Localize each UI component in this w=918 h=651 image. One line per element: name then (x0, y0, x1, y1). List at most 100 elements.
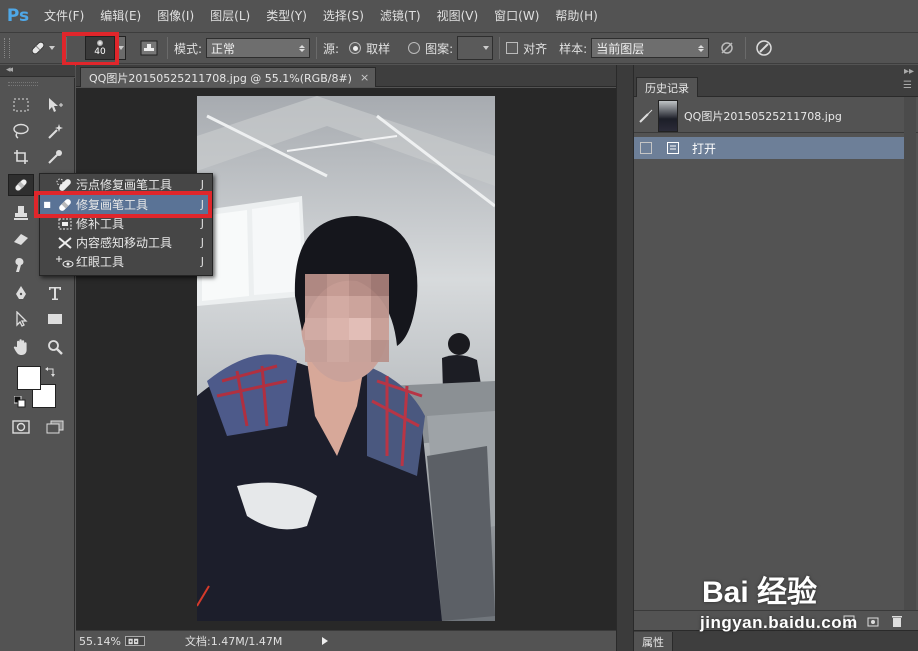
collapse-icon[interactable]: ◂◂ (6, 65, 13, 75)
watermark-logo: Bai 经验 (702, 576, 818, 609)
history-state-open[interactable]: 打开 (634, 137, 904, 159)
menu-window[interactable]: 窗口(W) (486, 0, 547, 32)
history-snapshot[interactable]: QQ图片20150525211708.jpg (634, 99, 918, 133)
menu-help[interactable]: 帮助(H) (547, 0, 605, 32)
menu-type[interactable]: 类型(Y) (258, 0, 315, 32)
hand-icon (13, 339, 27, 355)
healing-brush-tool[interactable] (8, 174, 34, 196)
menu-filter[interactable]: 滤镜(T) (372, 0, 429, 32)
status-menu-arrow-icon[interactable] (322, 637, 329, 645)
menu-view[interactable]: 视图(V) (429, 0, 487, 32)
brush-panel-toggle[interactable] (137, 36, 161, 60)
crop-icon (14, 150, 28, 164)
mode-label: 模式: (174, 41, 203, 56)
menu-image[interactable]: 图像(I) (149, 0, 202, 32)
healing-tools-flyout: 污点修复画笔工具 J ■ 修复画笔工具 J 修补工具 J 内容感知移动工具 J … (39, 173, 213, 276)
pen-icon (16, 286, 26, 299)
screen-mode-button[interactable] (42, 416, 68, 438)
pen-tool[interactable] (8, 282, 34, 304)
zoom-level[interactable]: 55.14% (79, 635, 123, 648)
path-select-icon (16, 311, 28, 327)
source-pattern-radio[interactable] (408, 42, 421, 54)
tool-preset-picker[interactable] (24, 35, 60, 61)
shortcut-key: J (200, 217, 204, 230)
marquee-tool[interactable] (8, 94, 34, 116)
flyout-item-content-aware-move[interactable]: 内容感知移动工具 J (40, 233, 212, 252)
ignore-adjustment-layers-button[interactable] (715, 36, 739, 60)
marquee-icon (13, 98, 29, 112)
flyout-label: 内容感知移动工具 (76, 236, 173, 250)
collapsed-panel-strip (616, 65, 634, 651)
smudge-icon (15, 258, 24, 272)
document-image[interactable] (197, 96, 495, 621)
eraser-tool[interactable] (8, 228, 34, 250)
close-icon[interactable]: × (360, 71, 369, 84)
document-icon (667, 142, 679, 154)
aligned-label: 对齐 (523, 41, 548, 56)
history-panel: QQ图片20150525211708.jpg 打开 (634, 97, 918, 610)
separator (316, 37, 318, 59)
history-panel-header: ▸▸ 历史记录 ☰ (634, 65, 918, 97)
document-tab[interactable]: QQ图片20150525211708.jpg @ 55.1%(RGB/8#) × (80, 67, 377, 87)
red-eye-icon (54, 254, 76, 270)
snapshot-name: QQ图片20150525211708.jpg (684, 109, 842, 123)
menu-layer[interactable]: 图层(L) (202, 0, 258, 32)
mode-value: 正常 (211, 41, 236, 56)
baidu-jingyan-watermark: Bai 经验 jingyan.baidu.com (700, 565, 915, 635)
flyout-label: 红眼工具 (76, 255, 125, 269)
menu-select[interactable]: 选择(S) (315, 0, 372, 32)
zoom-tool[interactable] (42, 336, 68, 358)
canvas-area[interactable] (76, 88, 616, 630)
status-preview-icon: ◘◘ (125, 636, 145, 646)
type-icon (49, 287, 61, 300)
stamp-panel-icon (140, 40, 158, 56)
quick-mask-button[interactable] (8, 416, 34, 438)
options-bar: 40 模式: 正常 源: 取样 图案: 对齐 样本: 当前图层 (0, 32, 918, 66)
default-colors-icon[interactable] (14, 396, 26, 408)
tools-grip[interactable] (8, 82, 38, 86)
pressure-size-button[interactable] (752, 36, 776, 60)
select-arrows-icon (698, 44, 705, 52)
content-aware-move-icon (54, 235, 76, 251)
type-tool[interactable] (42, 282, 68, 304)
properties-tab[interactable]: 属性 (634, 632, 673, 651)
options-grip[interactable] (4, 38, 10, 58)
panel-menu-icon[interactable]: ☰ (903, 80, 912, 91)
history-tab[interactable]: 历史记录 (636, 77, 698, 97)
mode-select[interactable]: 正常 (206, 38, 311, 58)
dropdown-arrow-icon (483, 46, 490, 50)
select-arrows-icon (299, 44, 306, 52)
stamp-icon (14, 206, 28, 220)
hand-tool[interactable] (8, 336, 34, 358)
history-scrollbar[interactable] (904, 97, 916, 610)
source-sampled-radio[interactable] (349, 42, 362, 54)
svg-text:◘◘: ◘◘ (128, 638, 140, 646)
history-source-checkbox[interactable] (640, 142, 652, 154)
sample-select[interactable]: 当前图层 (591, 38, 710, 58)
status-bar: 55.14% ◘◘ 文档:1.47M/1.47M (76, 630, 616, 651)
pattern-picker[interactable] (457, 36, 494, 60)
move-tool[interactable] (42, 94, 68, 116)
crop-tool[interactable] (8, 146, 34, 168)
magic-wand-icon (48, 124, 63, 139)
path-selection-tool[interactable] (8, 308, 34, 330)
separator (499, 37, 501, 59)
menu-edit[interactable]: 编辑(E) (92, 0, 149, 32)
rectangle-tool[interactable] (42, 308, 68, 330)
magic-wand-tool[interactable] (42, 120, 68, 142)
menu-file[interactable]: 文件(F) (36, 0, 92, 32)
clone-stamp-tool[interactable] (8, 202, 34, 224)
foreground-color-swatch[interactable] (17, 366, 41, 390)
flyout-item-red-eye[interactable]: 红眼工具 J (40, 252, 212, 271)
healing-brush-highlight (34, 191, 212, 218)
shortcut-key: J (200, 178, 204, 191)
aligned-checkbox[interactable] (506, 42, 519, 54)
swap-colors-icon[interactable] (45, 365, 57, 377)
watermark-url: jingyan.baidu.com (700, 613, 858, 632)
eyedropper-tool[interactable] (42, 146, 68, 168)
smudge-tool[interactable] (8, 254, 34, 276)
brush-size-highlight (62, 32, 119, 66)
tools-panel (0, 78, 75, 651)
collapse-icon[interactable]: ▸▸ (904, 66, 914, 77)
lasso-tool[interactable] (8, 120, 34, 142)
